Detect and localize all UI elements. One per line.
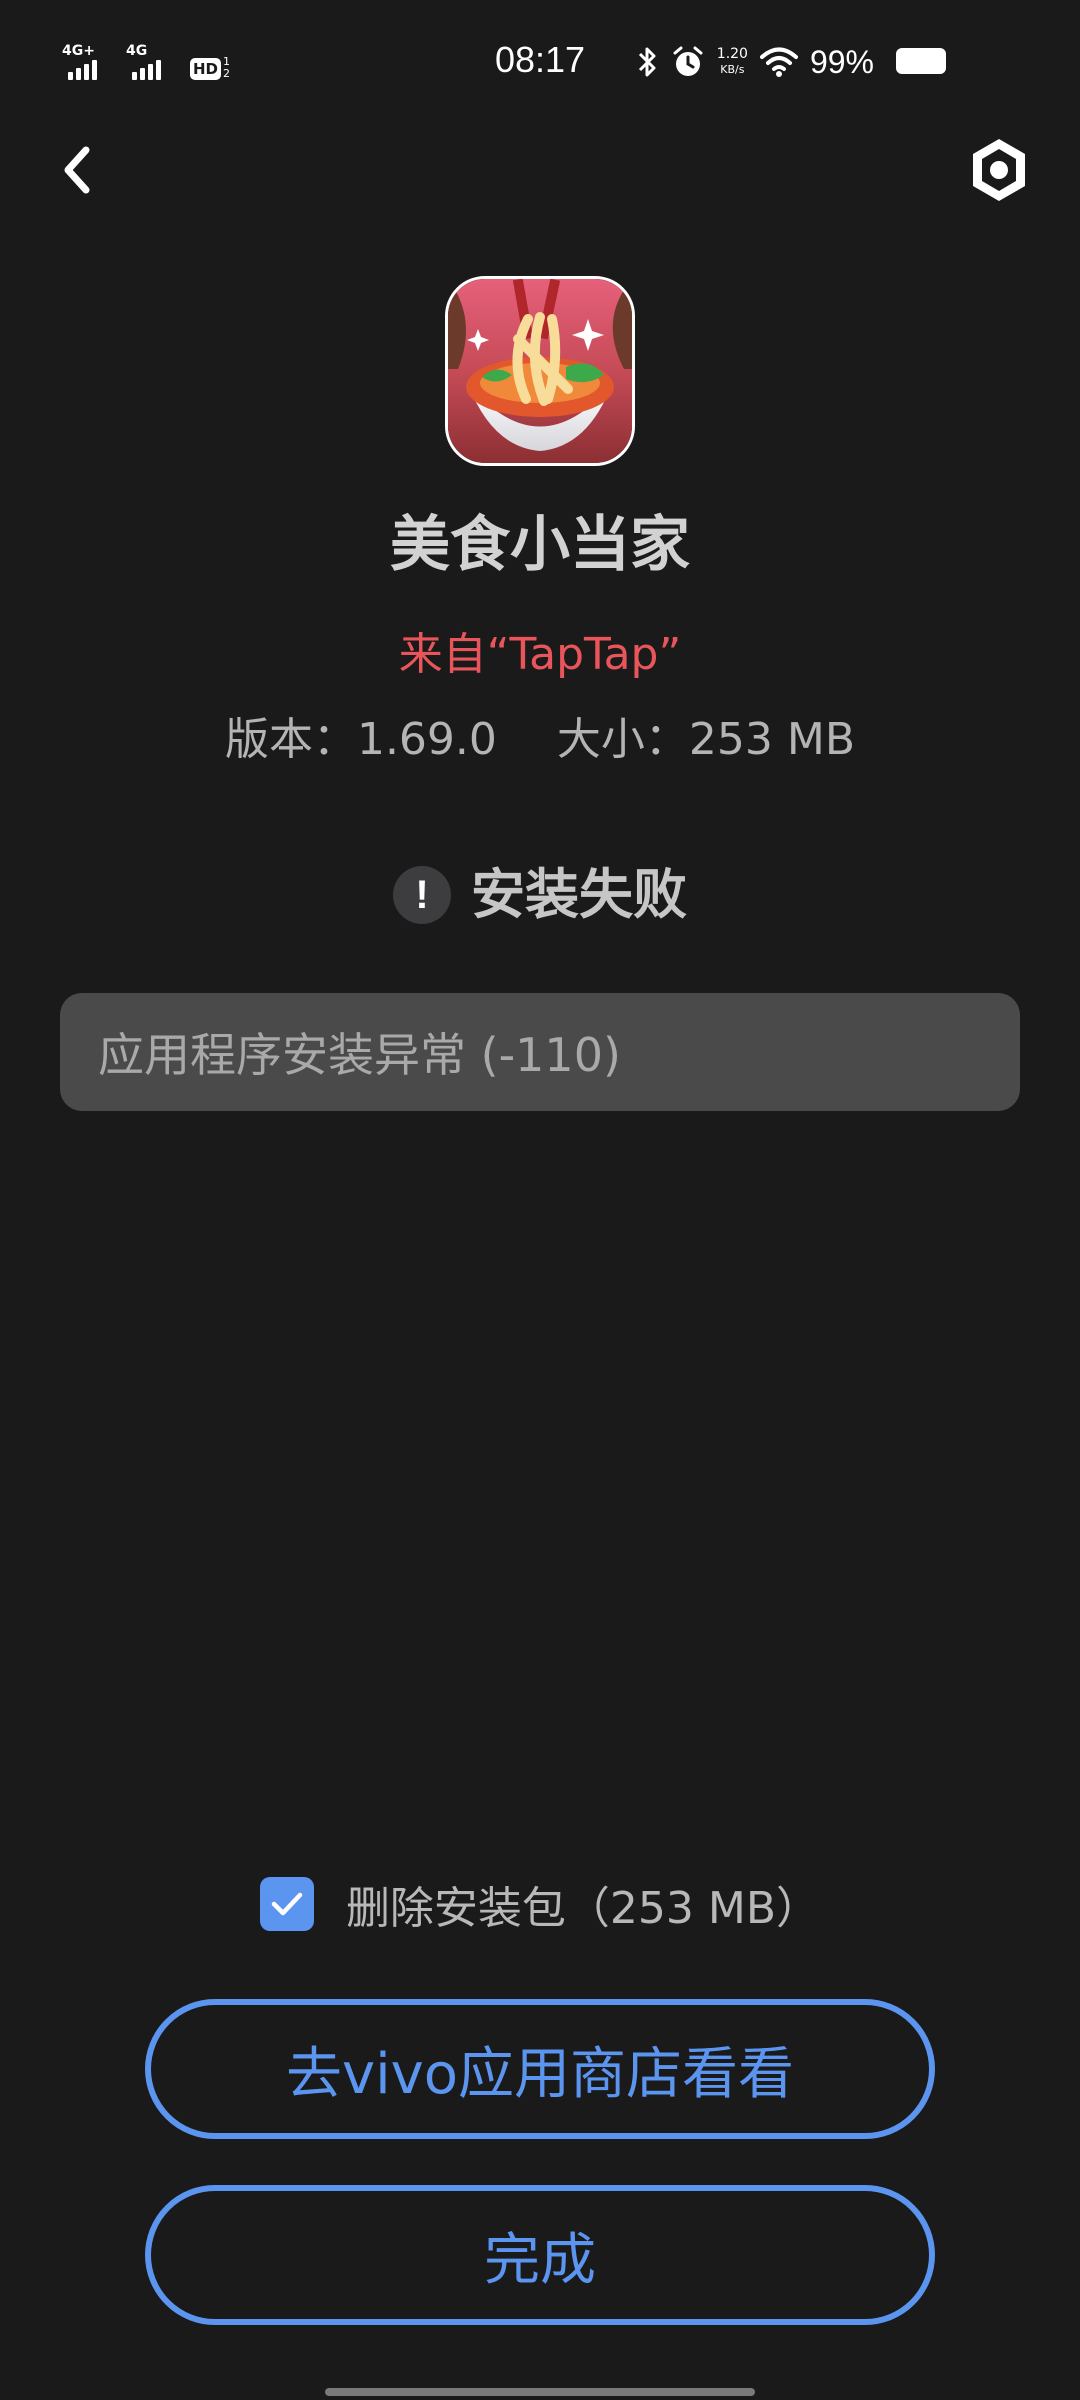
app-icon xyxy=(445,276,635,466)
app-version: 版本：1.69.0 xyxy=(224,714,497,765)
status-time: 08:17 xyxy=(494,39,586,80)
status-bar: 4G+ 4G HD 1 2 08:17 1.20 KB/s 99% xyxy=(0,0,1080,120)
install-status: ! 安装失败 xyxy=(0,860,1080,930)
warning-icon: ! xyxy=(393,866,451,924)
home-indicator[interactable] xyxy=(325,2388,755,2396)
back-button[interactable] xyxy=(46,130,106,210)
signal-4g-plus-icon: 4G+ xyxy=(62,44,110,80)
open-store-button[interactable]: 去vivo应用商店看看 xyxy=(145,1999,935,2139)
delete-package-label: 删除安装包（253 MB） xyxy=(345,1883,821,1934)
delete-package-checkbox[interactable] xyxy=(259,1877,314,1931)
delete-package-option[interactable]: 删除安装包（253 MB） xyxy=(0,1872,1080,1936)
bluetooth-icon xyxy=(638,47,656,77)
status-text: 安装失败 xyxy=(471,863,687,926)
alarm-icon xyxy=(673,46,703,76)
battery-percent: 99% xyxy=(809,43,874,80)
error-message-box: 应用程序安装异常 (-110) xyxy=(60,993,1020,1111)
network-speed: 1.20 KB/s xyxy=(716,46,748,77)
check-icon xyxy=(271,1892,303,1916)
app-source: 来自“TapTap” xyxy=(398,629,682,680)
signal-4g-icon: 4G xyxy=(126,44,174,80)
gear-icon xyxy=(973,139,1025,201)
chevron-left-icon xyxy=(64,146,90,194)
done-button[interactable]: 完成 xyxy=(145,2185,935,2325)
app-meta: 版本：1.69.0 大小：253 MB xyxy=(0,710,1080,770)
battery-icon xyxy=(896,48,946,74)
app-size: 大小：253 MB xyxy=(556,714,856,765)
noodle-bowl-icon xyxy=(448,279,632,463)
settings-button[interactable] xyxy=(964,130,1034,210)
error-message: 应用程序安装异常 (-110) xyxy=(98,1028,621,1082)
wifi-icon xyxy=(759,47,798,77)
app-name: 美食小当家 xyxy=(390,510,690,580)
install-result-screen: 4G+ 4G HD 1 2 08:17 1.20 KB/s 99% 美食小当家 … xyxy=(0,0,1080,2400)
hd-call-icon: HD 1 2 xyxy=(190,44,230,80)
status-bar-left: 4G+ 4G HD 1 2 xyxy=(62,40,230,80)
